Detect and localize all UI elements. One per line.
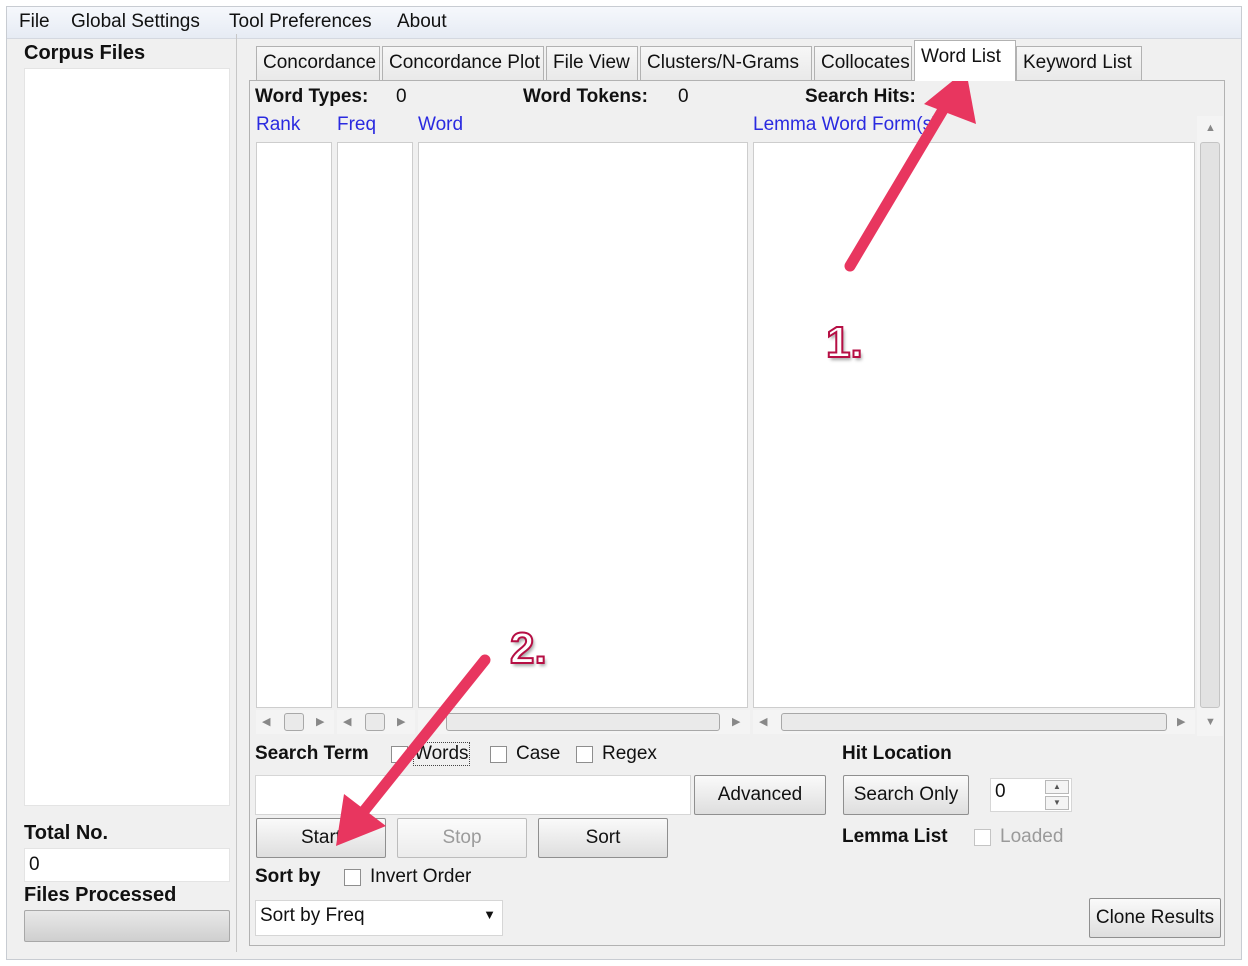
- invert-order-label[interactable]: Invert Order: [370, 866, 471, 888]
- hit-location-spinner[interactable]: 0 ▲ ▼: [990, 778, 1072, 812]
- scroll-right-icon[interactable]: ▶: [1177, 715, 1185, 728]
- word-column-list[interactable]: [418, 142, 748, 708]
- menu-about[interactable]: About: [397, 11, 447, 33]
- menu-bar: File Global Settings Tool Preferences Ab…: [7, 7, 1241, 39]
- freq-column-list[interactable]: [337, 142, 413, 708]
- freq-hscrollbar[interactable]: ◀ ▶: [337, 710, 415, 734]
- tab-collocates[interactable]: Collocates: [814, 46, 912, 80]
- lemma-hscrollbar[interactable]: ◀ ▶: [753, 710, 1195, 734]
- lemma-loaded-checkbox[interactable]: [974, 829, 991, 846]
- sort-by-label: Sort by: [255, 866, 321, 887]
- scroll-right-icon[interactable]: ▶: [732, 715, 740, 728]
- column-header-rank[interactable]: Rank: [256, 114, 300, 136]
- lemma-list-label: Lemma List: [842, 826, 948, 847]
- chevron-down-icon[interactable]: ▼: [483, 907, 496, 922]
- word-types-value: 0: [396, 86, 407, 107]
- scroll-down-icon[interactable]: ▼: [1205, 716, 1216, 728]
- invert-order-checkbox[interactable]: [344, 869, 361, 886]
- corpus-files-list[interactable]: [24, 68, 230, 806]
- scroll-up-icon[interactable]: ▲: [1205, 122, 1216, 134]
- scroll-right-icon[interactable]: ▶: [397, 715, 405, 728]
- menu-tool-preferences[interactable]: Tool Preferences: [229, 11, 372, 33]
- tab-concordance[interactable]: Concordance: [256, 46, 380, 80]
- hit-location-label: Hit Location: [842, 743, 952, 764]
- files-processed-label: Files Processed: [24, 884, 177, 906]
- tab-concordance-plot[interactable]: Concordance Plot: [382, 46, 544, 80]
- total-no-field: 0: [24, 848, 230, 882]
- case-checkbox-label[interactable]: Case: [516, 743, 560, 765]
- scroll-left-icon[interactable]: ◀: [759, 715, 767, 728]
- vertical-scrollbar[interactable]: ▲ ▼: [1197, 116, 1223, 736]
- tab-keyword-list[interactable]: Keyword List: [1016, 46, 1142, 80]
- word-tokens-label: Word Tokens:: [523, 86, 648, 107]
- rank-hscrollbar[interactable]: ◀ ▶: [256, 710, 334, 734]
- sort-by-dropdown[interactable]: Sort by Freq ▼: [255, 900, 503, 936]
- corpus-files-label: Corpus Files: [24, 42, 146, 64]
- tab-clusters-ngrams[interactable]: Clusters/N-Grams: [640, 46, 812, 80]
- spinner-up-icon[interactable]: ▲: [1045, 780, 1069, 794]
- total-no-label: Total No.: [24, 822, 109, 844]
- rank-hscroll-thumb[interactable]: [284, 713, 304, 731]
- freq-hscroll-thumb[interactable]: [365, 713, 385, 731]
- regex-checkbox[interactable]: [576, 746, 593, 763]
- lemma-loaded-label: Loaded: [1000, 826, 1064, 847]
- scroll-left-icon[interactable]: ◀: [343, 715, 351, 728]
- advanced-button[interactable]: Advanced: [694, 775, 826, 815]
- tab-file-view[interactable]: File View: [546, 46, 638, 80]
- search-term-input[interactable]: [255, 775, 691, 815]
- word-tokens-value: 0: [678, 86, 689, 107]
- words-checkbox[interactable]: [391, 746, 408, 763]
- panel-divider: [236, 34, 237, 952]
- word-hscrollbar[interactable]: ▶: [418, 710, 750, 734]
- word-types-label: Word Types:: [255, 86, 369, 107]
- files-processed-progress: [24, 910, 230, 942]
- column-header-freq[interactable]: Freq: [337, 114, 376, 136]
- column-header-word[interactable]: Word: [418, 114, 463, 136]
- menu-global-settings[interactable]: Global Settings: [71, 11, 200, 33]
- vertical-scroll-thumb[interactable]: [1200, 142, 1220, 708]
- spinner-down-icon[interactable]: ▼: [1045, 796, 1069, 810]
- case-checkbox[interactable]: [490, 746, 507, 763]
- sort-button[interactable]: Sort: [538, 818, 668, 858]
- annotation-step-2: 2.: [509, 623, 548, 674]
- column-header-lemma[interactable]: Lemma Word Form(s): [753, 114, 938, 136]
- words-checkbox-label[interactable]: Words: [413, 742, 470, 766]
- hit-location-value[interactable]: 0: [995, 781, 1006, 802]
- lemma-column-list[interactable]: [753, 142, 1195, 708]
- search-hits-label: Search Hits:: [805, 86, 916, 107]
- rank-column-list[interactable]: [256, 142, 332, 708]
- regex-checkbox-label[interactable]: Regex: [602, 743, 657, 765]
- search-term-label: Search Term: [255, 743, 369, 764]
- word-hscroll-thumb[interactable]: [446, 713, 720, 731]
- scroll-right-icon[interactable]: ▶: [316, 715, 324, 728]
- lemma-hscroll-thumb[interactable]: [781, 713, 1167, 731]
- scroll-left-icon[interactable]: ◀: [262, 715, 270, 728]
- stop-button[interactable]: Stop: [397, 818, 527, 858]
- menu-file[interactable]: File: [19, 11, 50, 33]
- tab-word-list[interactable]: Word List: [914, 40, 1016, 81]
- sort-by-selected[interactable]: Sort by Freq: [260, 905, 365, 926]
- start-button[interactable]: Start: [256, 818, 386, 858]
- search-only-button[interactable]: Search Only: [843, 775, 969, 815]
- annotation-step-1: 1.: [825, 317, 864, 368]
- clone-results-button[interactable]: Clone Results: [1089, 898, 1221, 938]
